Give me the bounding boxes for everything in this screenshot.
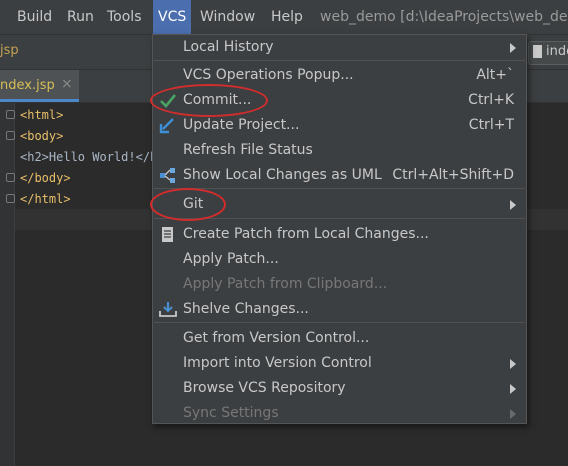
menu-item-label: Local History — [183, 39, 274, 55]
menu-item-label: Create Patch from Local Changes... — [183, 226, 429, 242]
menu-item-shelve-changes[interactable]: Shelve Changes... — [153, 297, 526, 322]
menu-item-label: Show Local Changes as UML — [183, 167, 382, 183]
menu-item-label: Apply Patch... — [183, 251, 279, 267]
close-icon[interactable]: × — [61, 76, 73, 92]
menu-item-label: Apply Patch from Clipboard... — [183, 276, 388, 292]
check-icon — [160, 94, 177, 108]
tab-index-jsp[interactable]: ndex.jsp × — [0, 70, 79, 102]
shortcut-label: Ctrl+K — [468, 92, 514, 108]
menu-item-label: Browse VCS Repository — [183, 380, 346, 396]
run-configuration-label: inde — [546, 44, 568, 59]
fold-marker-icon[interactable] — [6, 131, 15, 140]
submenu-arrow-icon — [510, 200, 516, 210]
menu-vcs[interactable]: VCS — [153, 0, 192, 34]
patch-file-icon — [162, 227, 173, 242]
vcs-menu: Local History VCS Operations Popup... Al… — [152, 34, 527, 424]
menu-item-create-patch[interactable]: Create Patch from Local Changes... — [153, 222, 526, 247]
menu-item-git[interactable]: Git — [153, 192, 526, 217]
menu-item-label: Commit... — [183, 92, 252, 108]
menu-item-label: Import into Version Control — [183, 355, 372, 371]
submenu-arrow-icon — [510, 409, 516, 419]
menu-item-commit[interactable]: Commit... Ctrl+K — [153, 88, 526, 113]
project-path: web_demo [d:\IdeaProjects\web_dem — [320, 9, 568, 25]
menu-item-sync-settings: Sync Settings — [153, 401, 526, 426]
menu-item-vcs-operations-popup[interactable]: VCS Operations Popup... Alt+` — [153, 63, 526, 88]
menu-item-label: Get from Version Control... — [183, 330, 370, 346]
file-icon — [533, 45, 542, 58]
shortcut-label: Ctrl+T — [468, 117, 514, 133]
code-line: <body> — [20, 129, 64, 143]
code-line: </html> — [20, 192, 71, 206]
shortcut-label: Alt+` — [476, 67, 514, 83]
submenu-arrow-icon — [510, 359, 516, 369]
menu-item-label: Refresh File Status — [183, 142, 313, 158]
menu-item-browse-vcs-repository[interactable]: Browse VCS Repository — [153, 376, 526, 401]
submenu-arrow-icon — [510, 384, 516, 394]
code-line: <html> — [20, 108, 64, 122]
update-arrow-icon — [159, 118, 174, 134]
tab-label: ndex.jsp — [0, 78, 55, 93]
fold-marker-icon[interactable] — [6, 194, 15, 203]
menu-item-import-into-version-control[interactable]: Import into Version Control — [153, 351, 526, 376]
uml-diagram-icon — [160, 168, 175, 183]
menu-item-label: Git — [183, 196, 204, 212]
menu-item-get-from-version-control[interactable]: Get from Version Control... — [153, 326, 526, 351]
menu-tools[interactable]: Tools — [102, 0, 147, 34]
menu-separator — [154, 188, 525, 189]
menu-item-label: Shelve Changes... — [183, 301, 309, 317]
breadcrumb[interactable]: jsp — [0, 43, 19, 58]
menu-item-apply-patch[interactable]: Apply Patch... — [153, 247, 526, 272]
menu-item-local-history[interactable]: Local History — [153, 35, 526, 60]
shelve-icon — [159, 302, 177, 317]
menu-item-update-project[interactable]: Update Project... Ctrl+T — [153, 113, 526, 138]
submenu-arrow-icon — [510, 43, 516, 53]
fold-marker-icon[interactable] — [6, 173, 15, 182]
menu-item-label: Sync Settings — [183, 405, 279, 421]
menu-build[interactable]: Build — [12, 0, 57, 34]
menu-separator — [154, 218, 525, 219]
menu-help[interactable]: Help — [266, 0, 308, 34]
menu-item-label: VCS Operations Popup... — [183, 67, 354, 83]
run-configuration-selector[interactable]: inde — [528, 41, 568, 65]
menu-window[interactable]: Window — [195, 0, 260, 34]
code-line: </body> — [20, 171, 71, 185]
menu-item-show-local-changes-uml[interactable]: Show Local Changes as UML Ctrl+Alt+Shift… — [153, 163, 526, 188]
editor-gutter — [0, 103, 15, 466]
menu-item-apply-patch-clipboard: Apply Patch from Clipboard... — [153, 272, 526, 297]
code-line: <h2>Hello World!</h — [20, 150, 158, 164]
menu-separator — [154, 322, 525, 323]
menu-separator — [154, 60, 525, 61]
shortcut-label: Ctrl+Alt+Shift+D — [392, 167, 514, 183]
fold-marker-icon[interactable] — [6, 110, 15, 119]
menu-bar: Build Run Tools VCS Window Help web_demo… — [0, 0, 568, 35]
menu-item-label: Update Project... — [183, 117, 300, 133]
menu-run[interactable]: Run — [62, 0, 99, 34]
menu-item-refresh-file-status[interactable]: Refresh File Status — [153, 138, 526, 163]
